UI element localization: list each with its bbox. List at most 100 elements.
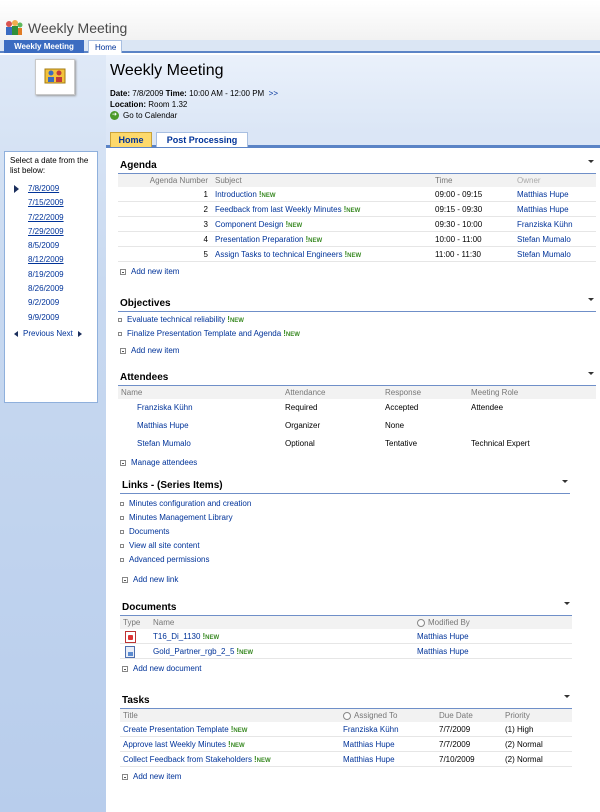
date-picker-prompt: Select a date from the list below:	[10, 156, 89, 175]
date-item[interactable]: 9/9/2009	[10, 311, 92, 325]
column-header-due-date[interactable]: Due Date	[436, 709, 502, 722]
bullet-icon	[120, 501, 124, 506]
date-item[interactable]: 8/19/2009	[10, 268, 92, 282]
agenda-subject-link[interactable]: Presentation Preparation	[215, 235, 304, 244]
links-webpart: Links - (Series Items) Minutes configura…	[120, 478, 570, 587]
main-content: Agenda Agenda Number Subject Time Owner …	[106, 150, 600, 812]
manage-attendees-link[interactable]: Manage attendees	[118, 456, 596, 470]
owner-link[interactable]: Stefan Mumalo	[514, 247, 594, 261]
more-details-link[interactable]: >>	[269, 89, 278, 98]
assigned-to-link[interactable]: Matthias Hupe	[340, 752, 436, 766]
webpart-menu-icon[interactable]	[588, 372, 594, 375]
column-header-type[interactable]: Type	[120, 616, 150, 629]
webpart-menu-icon[interactable]	[588, 298, 594, 301]
page-title: Weekly Meeting	[110, 62, 224, 79]
attendee-name-link[interactable]: Matthias Hupe	[118, 417, 282, 435]
column-header-name[interactable]: Name	[118, 386, 282, 399]
site-header: Weekly Meeting	[0, 0, 600, 40]
modified-by-link[interactable]: Matthias Hupe	[414, 644, 572, 658]
go-arrow-icon: ➜	[110, 111, 119, 121]
agenda-subject-link[interactable]: Component Design	[215, 220, 283, 229]
owner-link[interactable]: Matthias Hupe	[514, 202, 594, 216]
new-badge: !NEW	[202, 632, 220, 641]
column-header-agenda-number[interactable]: Agenda Number	[118, 174, 212, 187]
tab-post-processing[interactable]: Post Processing	[156, 132, 248, 147]
sort-icon	[417, 618, 425, 627]
column-header-name[interactable]: Name	[150, 616, 414, 629]
objective-item[interactable]: Evaluate technical reliability !NEW	[118, 313, 596, 327]
assigned-to-link[interactable]: Franziska Kühn	[340, 722, 436, 736]
site-title[interactable]: Weekly Meeting	[28, 20, 127, 36]
column-header-meeting-role[interactable]: Meeting Role	[468, 386, 594, 399]
column-header-assigned-to[interactable]: Assigned To	[340, 709, 436, 722]
add-objective-link[interactable]: Add new item	[118, 344, 596, 358]
table-row: T16_Di_1130 !NEW Matthias Hupe	[120, 629, 572, 644]
document-name-link[interactable]: Gold_Partner_rgb_2_5	[153, 647, 234, 656]
add-link-link[interactable]: Add new link	[120, 573, 570, 587]
agenda-subject-link[interactable]: Feedback from last Weekly Minutes	[215, 205, 342, 214]
webpart-menu-icon[interactable]	[588, 160, 594, 163]
sharepoint-logo-icon	[6, 20, 23, 35]
bullet-icon	[120, 557, 124, 562]
agenda-subject-link[interactable]: Assign Tasks to technical Engineers	[215, 250, 342, 259]
modified-by-link[interactable]: Matthias Hupe	[414, 629, 572, 643]
objective-item[interactable]: Finalize Presentation Template and Agend…	[118, 327, 596, 341]
webpart-menu-icon[interactable]	[564, 695, 570, 698]
new-badge: !NEW	[285, 220, 303, 229]
link-item[interactable]: Minutes configuration and creation	[120, 497, 570, 511]
link-item[interactable]: View all site content	[120, 539, 570, 553]
previous-link[interactable]: Previous	[23, 329, 54, 338]
next-arrow-icon[interactable]	[77, 330, 82, 337]
task-title-link[interactable]: Create Presentation Template	[123, 725, 229, 734]
add-icon	[120, 268, 126, 275]
link-item[interactable]: Minutes Management Library	[120, 511, 570, 525]
agenda-subject-link[interactable]: Introduction	[215, 190, 257, 199]
webpart-menu-icon[interactable]	[564, 602, 570, 605]
previous-arrow-icon[interactable]	[14, 330, 18, 337]
column-header-title[interactable]: Title	[120, 709, 340, 722]
date-item[interactable]: 7/29/2009	[10, 225, 92, 239]
new-badge: !NEW	[305, 235, 323, 244]
tab-home[interactable]: Home	[110, 132, 152, 147]
owner-link[interactable]: Matthias Hupe	[514, 187, 594, 201]
new-badge: !NEW	[258, 190, 276, 199]
table-row: Gold_Partner_rgb_2_5 !NEW Matthias Hupe	[120, 644, 572, 659]
column-header-time[interactable]: Time	[432, 174, 514, 187]
nav-tab-home[interactable]: Home	[88, 40, 122, 53]
column-header-priority[interactable]: Priority	[502, 709, 572, 722]
column-header-owner[interactable]: Owner	[514, 174, 594, 187]
date-item[interactable]: 9/2/2009	[10, 296, 92, 310]
add-document-link[interactable]: Add new document	[120, 662, 572, 676]
add-agenda-item-link[interactable]: Add new item	[118, 265, 596, 279]
attendees-title: Attendees	[118, 370, 596, 386]
objectives-webpart: Objectives Evaluate technical reliabilit…	[118, 296, 596, 358]
go-to-calendar-link[interactable]: ➜ Go to Calendar	[110, 111, 177, 121]
column-header-subject[interactable]: Subject	[212, 174, 432, 187]
next-link[interactable]: Next	[56, 329, 72, 338]
date-item[interactable]: 8/26/2009	[10, 282, 92, 296]
task-title-link[interactable]: Collect Feedback from Stakeholders	[123, 755, 252, 764]
document-name-link[interactable]: T16_Di_1130	[153, 632, 200, 641]
column-header-modified-by[interactable]: Modified By	[414, 616, 572, 629]
owner-link[interactable]: Franziska Kühn	[514, 217, 594, 231]
attendee-name-link[interactable]: Stefan Mumalo	[118, 435, 282, 453]
column-header-response[interactable]: Response	[382, 386, 468, 399]
date-item[interactable]: 7/15/2009	[10, 196, 92, 210]
date-item[interactable]: 7/8/2009	[10, 182, 92, 196]
add-task-link[interactable]: Add new item	[120, 770, 572, 784]
date-item[interactable]: 8/12/2009	[10, 253, 92, 267]
link-item[interactable]: Documents	[120, 525, 570, 539]
nav-tab-weekly-meeting[interactable]: Weekly Meeting	[4, 40, 84, 53]
attendee-name-link[interactable]: Franziska Kühn	[118, 399, 282, 417]
assigned-to-link[interactable]: Matthias Hupe	[340, 737, 436, 751]
column-header-attendance[interactable]: Attendance	[282, 386, 382, 399]
link-item[interactable]: Advanced permissions	[120, 553, 570, 567]
task-title-link[interactable]: Approve last Weekly Minutes	[123, 740, 226, 749]
top-navigation: Weekly Meeting Home	[0, 40, 600, 53]
meeting-details: Date: 7/8/2009 Time: 10:00 AM - 12:00 PM…	[110, 89, 279, 109]
date-item[interactable]: 7/22/2009	[10, 211, 92, 225]
date-item[interactable]: 8/5/2009	[10, 239, 92, 253]
new-badge: !NEW	[344, 250, 362, 259]
webpart-menu-icon[interactable]	[562, 480, 568, 483]
owner-link[interactable]: Stefan Mumalo	[514, 232, 594, 246]
